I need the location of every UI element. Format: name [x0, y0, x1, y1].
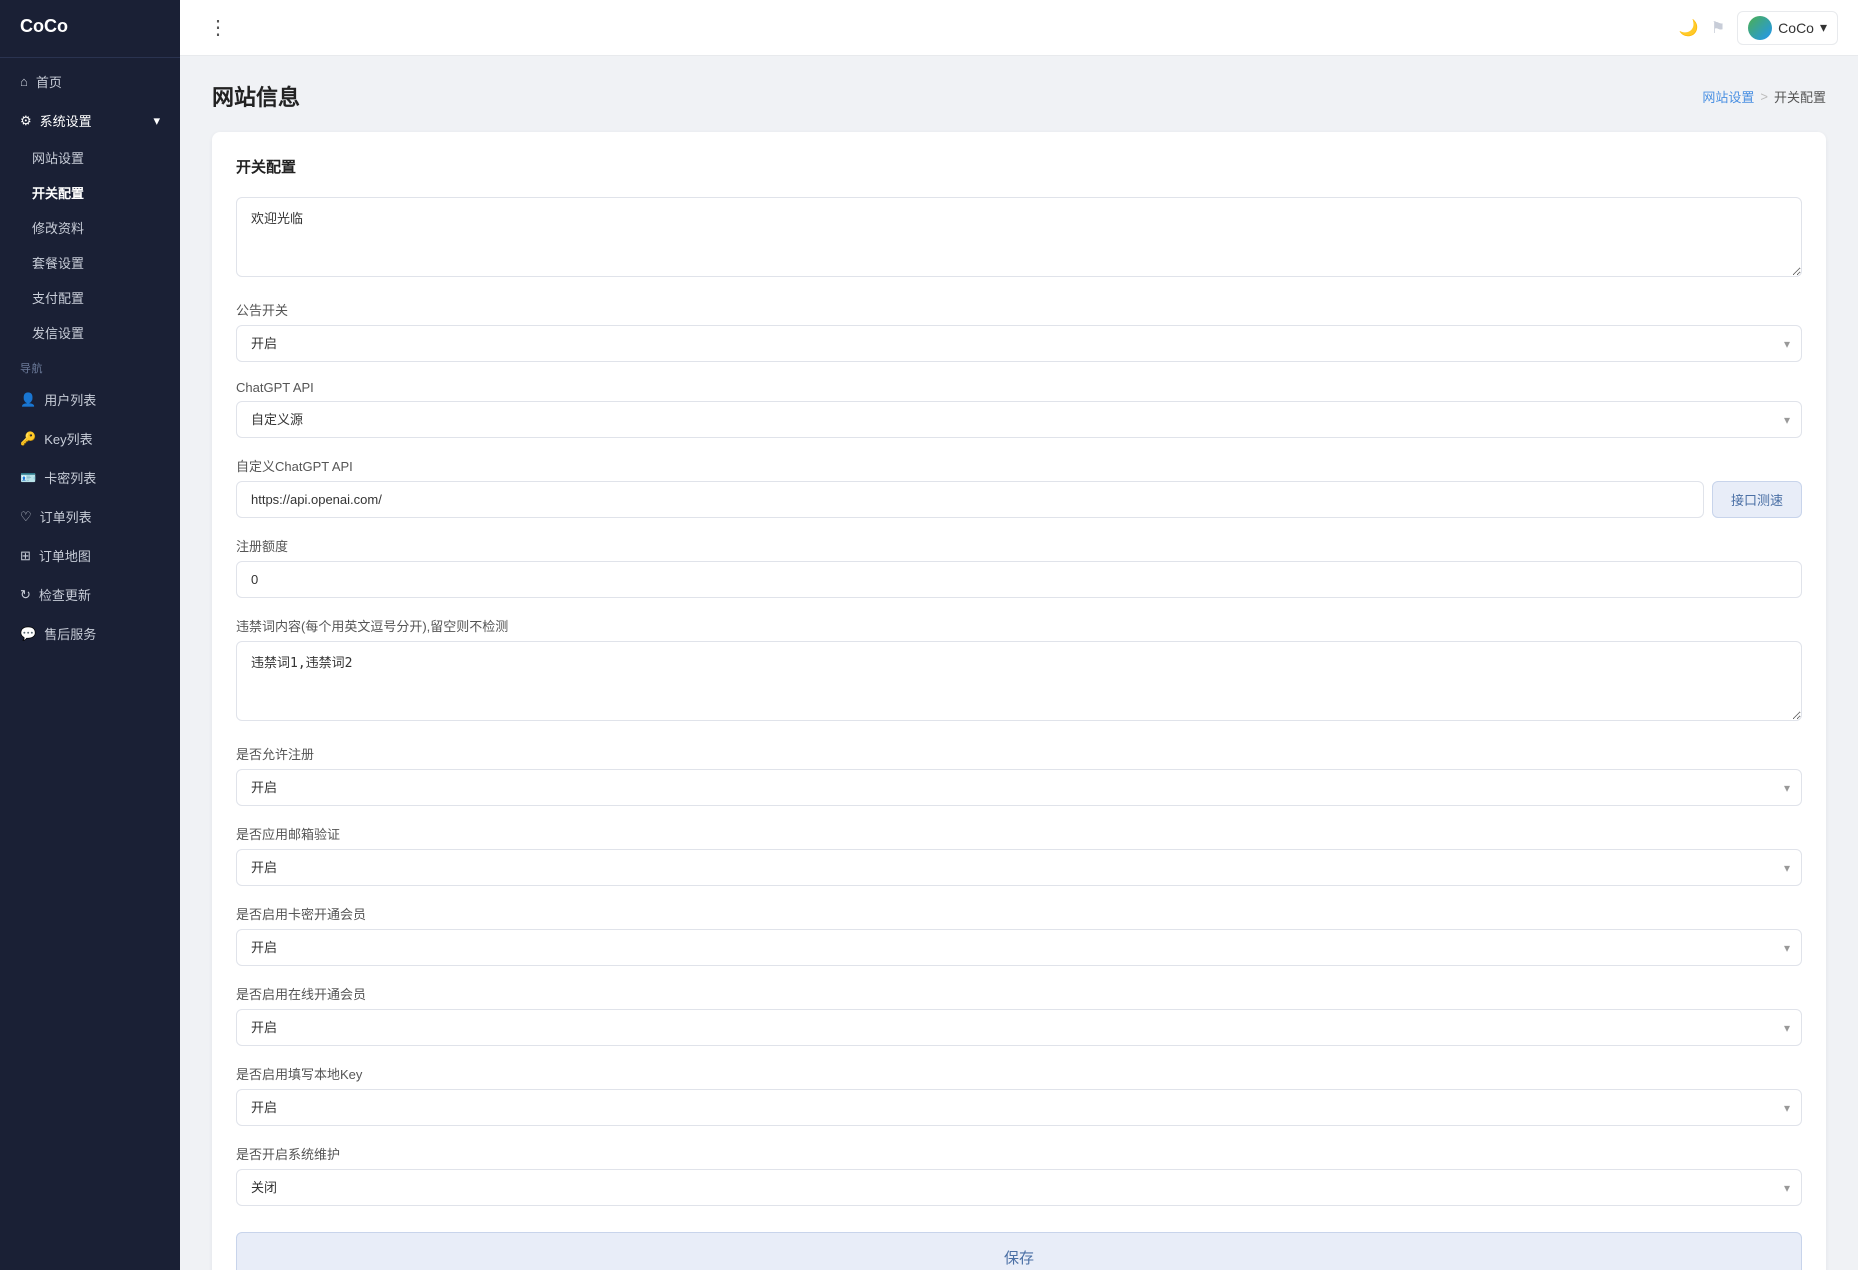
breadcrumb: 网站设置 > 开关配置 [1702, 87, 1826, 106]
announcement-group [236, 197, 1802, 282]
sidebar-nav-label: 导航 [0, 350, 180, 380]
email-verify-label: 是否应用邮箱验证 [236, 824, 1802, 843]
main-wrapper: ⋮ 🌙 ⚑ CoCo ▾ 网站信息 网站设置 > 开关配置 开关配置 [180, 0, 1858, 1270]
home-icon: ⌂ [20, 74, 28, 89]
sidebar-item-after-sales[interactable]: 💬 售后服务 [0, 614, 180, 653]
announcement-switch-select[interactable]: 开启 关闭 [236, 325, 1802, 362]
register-quota-label: 注册额度 [236, 536, 1802, 555]
topbar: ⋮ 🌙 ⚑ CoCo ▾ [180, 0, 1858, 56]
system-maintenance-select[interactable]: 开启 关闭 [236, 1169, 1802, 1206]
user-icon: 👤 [20, 392, 36, 408]
sidebar-item-card-list[interactable]: 🪪 卡密列表 [0, 458, 180, 497]
chevron-down-icon: ▾ [153, 113, 160, 129]
online-member-label: 是否启用在线开通会员 [236, 984, 1802, 1003]
settings-card: 开关配置 公告开关 开启 关闭 ▾ ChatGPT API [212, 132, 1826, 1270]
local-key-select[interactable]: 开启 关闭 [236, 1089, 1802, 1126]
banned-words-input[interactable] [236, 641, 1802, 721]
online-member-group: 是否启用在线开通会员 开启 关闭 ▾ [236, 984, 1802, 1046]
local-key-label: 是否启用填写本地Key [236, 1064, 1802, 1083]
email-verify-select[interactable]: 开启 关闭 [236, 849, 1802, 886]
card-member-group: 是否启用卡密开通会员 开启 关闭 ▾ [236, 904, 1802, 966]
map-icon: ⊞ [20, 548, 31, 564]
chatgpt-api-wrapper: 自定义源 官方源 ▾ [236, 401, 1802, 438]
announcement-switch-label: 公告开关 [236, 300, 1802, 319]
topbar-left: ⋮ [200, 11, 236, 44]
sidebar-item-key-list[interactable]: 🔑 Key列表 [0, 419, 180, 458]
service-icon: 💬 [20, 626, 36, 642]
sidebar-system-settings[interactable]: ⚙ 系统设置 ▾ [0, 101, 180, 140]
local-key-group: 是否启用填写本地Key 开启 关闭 ▾ [236, 1064, 1802, 1126]
online-member-select[interactable]: 开启 关闭 [236, 1009, 1802, 1046]
breadcrumb-parent[interactable]: 网站设置 [1702, 87, 1754, 106]
custom-api-group: 自定义ChatGPT API 接口测速 [236, 456, 1802, 518]
allow-register-group: 是否允许注册 开启 关闭 ▾ [236, 744, 1802, 806]
system-maintenance-group: 是否开启系统维护 开启 关闭 ▾ [236, 1144, 1802, 1206]
register-quota-group: 注册额度 [236, 536, 1802, 598]
sidebar-sub-send-settings[interactable]: 发信设置 [0, 315, 180, 350]
allow-register-select[interactable]: 开启 关闭 [236, 769, 1802, 806]
test-api-button[interactable]: 接口测速 [1712, 481, 1802, 518]
email-verify-wrapper: 开启 关闭 ▾ [236, 849, 1802, 886]
register-quota-input[interactable] [236, 561, 1802, 598]
sidebar-logo: CoCo [0, 0, 180, 53]
save-button[interactable]: 保存 [236, 1232, 1802, 1270]
sidebar-item-check-update[interactable]: ↻ 检查更新 [0, 575, 180, 614]
page-header: 网站信息 网站设置 > 开关配置 [212, 80, 1826, 112]
announcement-switch-wrapper: 开启 关闭 ▾ [236, 325, 1802, 362]
refresh-icon: ↻ [20, 587, 31, 603]
heart-icon: ♡ [20, 509, 32, 525]
card-member-label: 是否启用卡密开通会员 [236, 904, 1802, 923]
local-key-wrapper: 开启 关闭 ▾ [236, 1089, 1802, 1126]
sidebar: CoCo ⌂ 首页 ⚙ 系统设置 ▾ 网站设置 开关配置 修改资料 套餐设置 支… [0, 0, 180, 1270]
sidebar-divider [0, 57, 180, 58]
sidebar-sub-switch-config[interactable]: 开关配置 [0, 175, 180, 210]
custom-api-input[interactable] [236, 481, 1704, 518]
email-verify-group: 是否应用邮箱验证 开启 关闭 ▾ [236, 824, 1802, 886]
avatar [1748, 16, 1772, 40]
sidebar-item-order-map[interactable]: ⊞ 订单地图 [0, 536, 180, 575]
menu-dots-button[interactable]: ⋮ [200, 11, 236, 44]
allow-register-label: 是否允许注册 [236, 744, 1802, 763]
announcement-input[interactable] [236, 197, 1802, 277]
sidebar-sub-payment-config[interactable]: 支付配置 [0, 280, 180, 315]
allow-register-wrapper: 开启 关闭 ▾ [236, 769, 1802, 806]
chatgpt-api-select[interactable]: 自定义源 官方源 [236, 401, 1802, 438]
custom-api-label: 自定义ChatGPT API [236, 456, 1802, 475]
chatgpt-api-label: ChatGPT API [236, 380, 1802, 395]
banned-words-label: 违禁词内容(每个用英文逗号分开),留空则不检测 [236, 616, 1802, 635]
user-menu-button[interactable]: CoCo ▾ [1737, 11, 1838, 45]
chevron-down-icon: ▾ [1820, 19, 1827, 36]
sidebar-sub-package-settings[interactable]: 套餐设置 [0, 245, 180, 280]
card-icon: 🪪 [20, 470, 36, 486]
breadcrumb-separator: > [1760, 89, 1768, 104]
sidebar-item-order-list[interactable]: ♡ 订单列表 [0, 497, 180, 536]
custom-api-row: 接口测速 [236, 481, 1802, 518]
card-member-wrapper: 开启 关闭 ▾ [236, 929, 1802, 966]
card-member-select[interactable]: 开启 关闭 [236, 929, 1802, 966]
flag-icon[interactable]: ⚑ [1711, 18, 1725, 38]
sidebar-item-home[interactable]: ⌂ 首页 [0, 62, 180, 101]
system-maintenance-wrapper: 开启 关闭 ▾ [236, 1169, 1802, 1206]
announcement-switch-group: 公告开关 开启 关闭 ▾ [236, 300, 1802, 362]
topbar-right: 🌙 ⚑ CoCo ▾ [1679, 11, 1838, 45]
breadcrumb-current: 开关配置 [1774, 87, 1826, 106]
chatgpt-api-group: ChatGPT API 自定义源 官方源 ▾ [236, 380, 1802, 438]
main-content: 网站信息 网站设置 > 开关配置 开关配置 公告开关 开启 关闭 [180, 56, 1858, 1270]
online-member-wrapper: 开启 关闭 ▾ [236, 1009, 1802, 1046]
key-icon: 🔑 [20, 431, 36, 447]
sidebar-item-user-list[interactable]: 👤 用户列表 [0, 380, 180, 419]
page-title: 网站信息 [212, 80, 300, 112]
banned-words-group: 违禁词内容(每个用英文逗号分开),留空则不检测 [236, 616, 1802, 726]
sidebar-sub-edit-profile[interactable]: 修改资料 [0, 210, 180, 245]
card-title: 开关配置 [236, 156, 1802, 177]
moon-icon[interactable]: 🌙 [1679, 18, 1699, 38]
sidebar-sub-site-settings[interactable]: 网站设置 [0, 140, 180, 175]
system-maintenance-label: 是否开启系统维护 [236, 1144, 1802, 1163]
gear-icon: ⚙ [20, 113, 32, 129]
